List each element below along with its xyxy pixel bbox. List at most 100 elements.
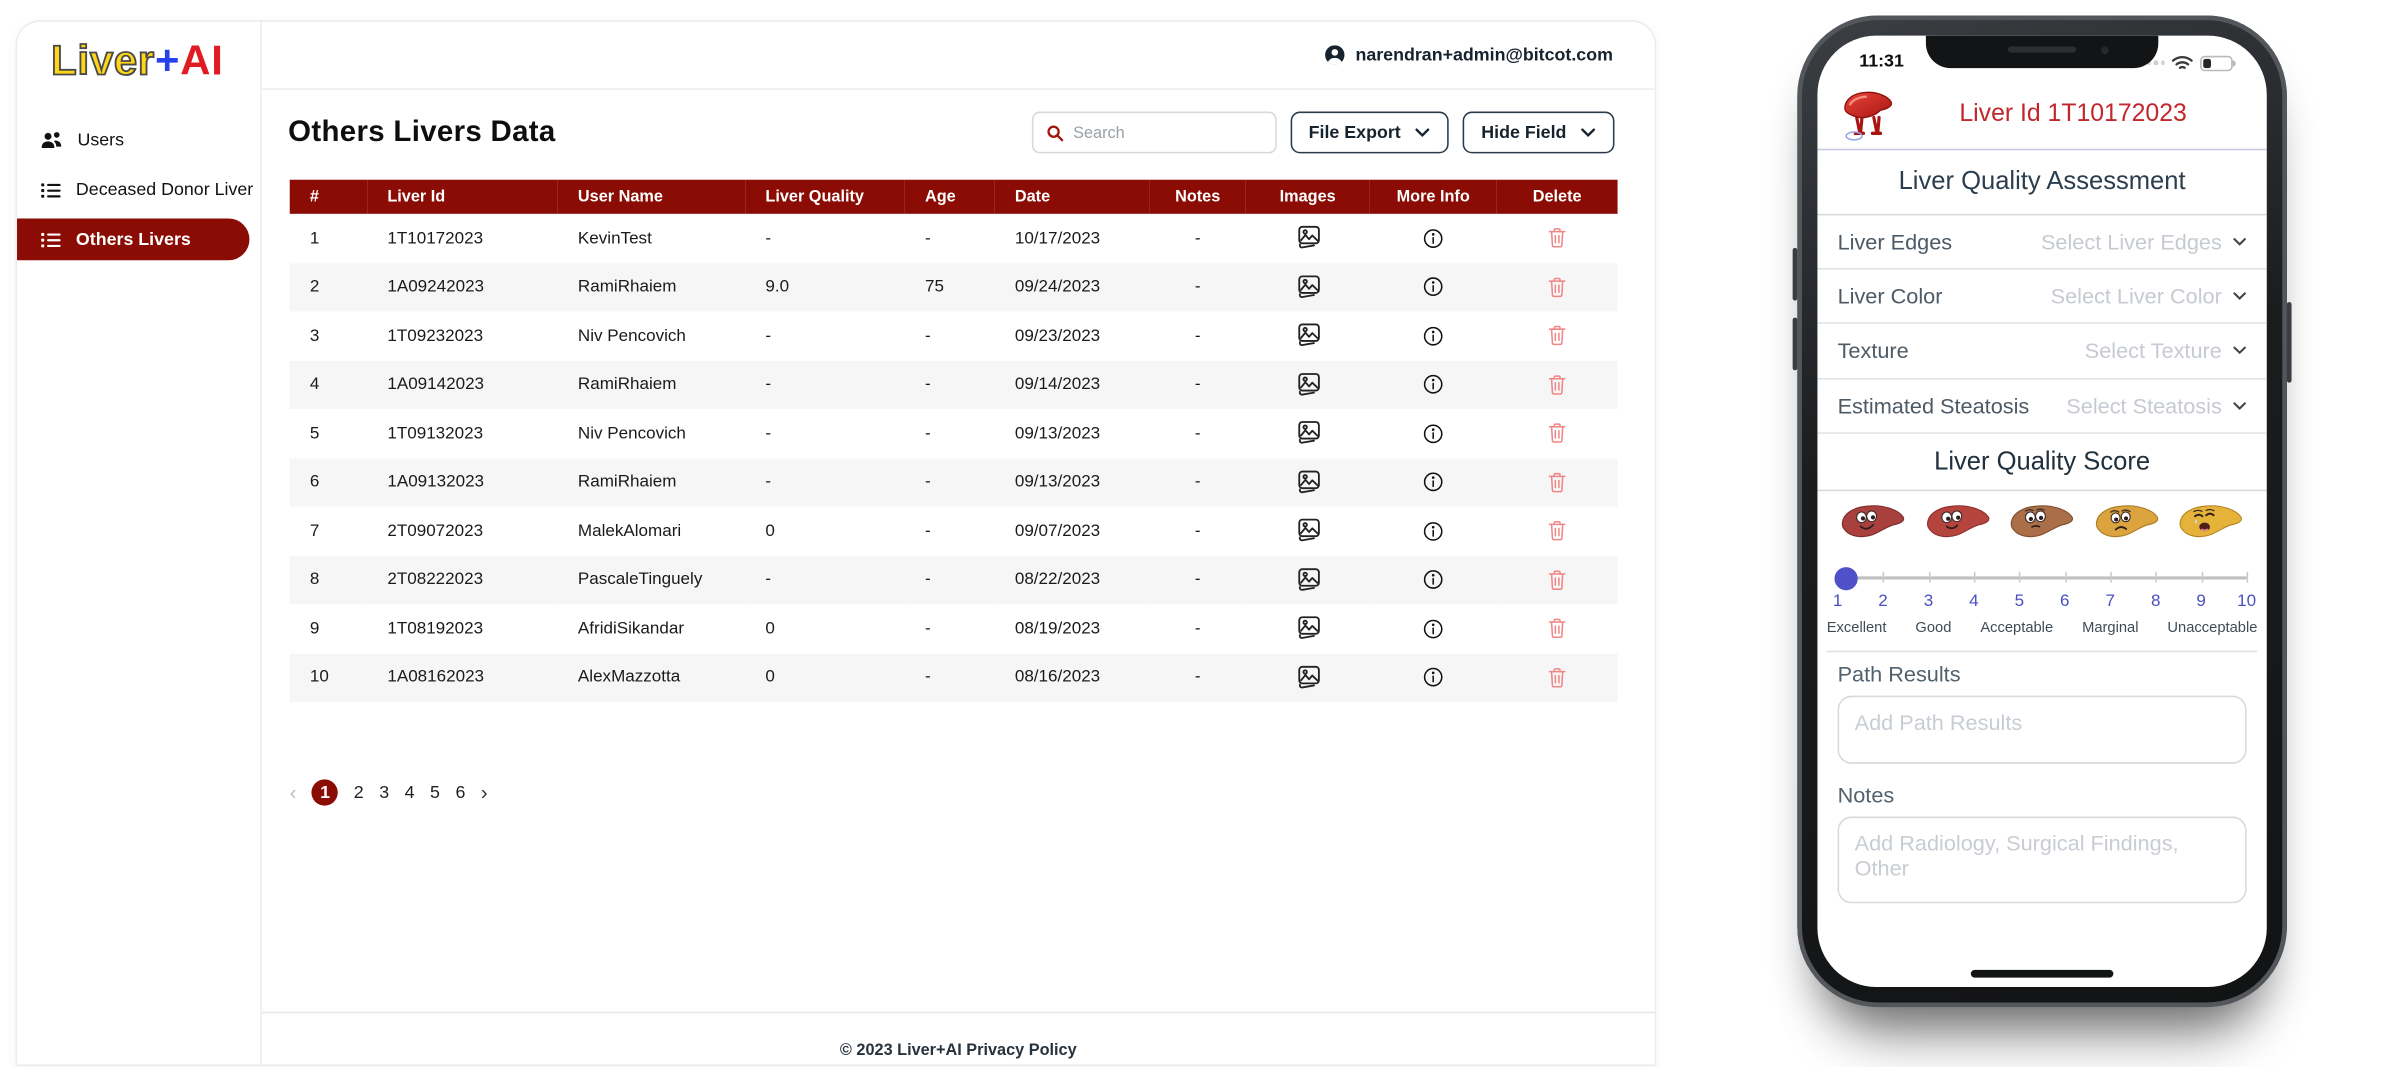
- info-icon[interactable]: [1422, 276, 1444, 298]
- trash-icon[interactable]: [1546, 519, 1568, 542]
- avatar-icon[interactable]: [1323, 43, 1346, 66]
- cell-quality: 0: [745, 604, 905, 653]
- select-field-estimated-steatosis[interactable]: Estimated SteatosisSelect Steatosis: [1817, 379, 2266, 434]
- pagination-page-2[interactable]: 2: [354, 783, 364, 802]
- phone-mockup: 11:31: [1797, 15, 2287, 1007]
- cell-more-info: [1370, 653, 1497, 702]
- user-email[interactable]: narendran+admin@bitcot.com: [1355, 46, 1612, 65]
- images-icon[interactable]: [1293, 321, 1322, 350]
- info-icon[interactable]: [1422, 520, 1444, 542]
- field-label: Texture: [1838, 338, 1909, 363]
- pagination-page-3[interactable]: 3: [379, 783, 389, 802]
- trash-icon[interactable]: [1546, 422, 1568, 445]
- images-icon[interactable]: [1293, 370, 1322, 399]
- field-placeholder: Select Liver Color: [2051, 284, 2222, 309]
- cell-num: 5: [290, 409, 367, 458]
- notes-input[interactable]: [1838, 817, 2247, 904]
- cell-images: [1246, 458, 1370, 507]
- home-indicator[interactable]: [1971, 970, 2114, 978]
- info-icon[interactable]: [1422, 423, 1444, 445]
- phone-header: Liver Id 1T10172023: [1817, 82, 2266, 150]
- cell-notes: -: [1150, 604, 1246, 653]
- slider-track[interactable]: [1838, 576, 2247, 578]
- sidebar-item-label: Deceased Donor Liver: [76, 181, 253, 200]
- chevron-down-icon: [2222, 401, 2247, 410]
- select-field-liver-edges[interactable]: Liver EdgesSelect Liver Edges: [1817, 215, 2266, 270]
- images-icon[interactable]: [1293, 663, 1322, 692]
- trash-icon[interactable]: [1546, 617, 1568, 640]
- sidebar-item-others-livers[interactable]: Others Livers: [17, 218, 249, 260]
- quality-score-slider[interactable]: [1838, 562, 2247, 593]
- slider-knob[interactable]: [1834, 566, 1857, 589]
- cell-date: 09/13/2023: [995, 458, 1150, 507]
- cell-delete: [1497, 653, 1618, 702]
- pagination-page-4[interactable]: 4: [405, 783, 415, 802]
- column-header: Images: [1246, 180, 1370, 214]
- table-body: 11T10172023KevinTest--10/17/2023-21A0924…: [290, 214, 1618, 702]
- pagination-next[interactable]: ›: [481, 781, 488, 804]
- sidebar-item-users[interactable]: Users: [17, 119, 260, 161]
- select-field-texture[interactable]: TextureSelect Texture: [1817, 324, 2266, 379]
- assessment-title: Liver Quality Assessment: [1817, 150, 2266, 215]
- trash-icon[interactable]: [1546, 275, 1568, 298]
- cell-liver_id: 1T08192023: [367, 604, 558, 653]
- file-export-button[interactable]: File Export: [1290, 112, 1449, 154]
- pagination-prev[interactable]: ‹: [290, 781, 297, 804]
- slider-number-5: 5: [2015, 592, 2024, 611]
- path-results-input[interactable]: [1838, 696, 2247, 764]
- info-icon[interactable]: [1422, 471, 1444, 493]
- images-icon[interactable]: [1293, 614, 1322, 643]
- images-icon[interactable]: [1293, 419, 1322, 448]
- cell-notes: -: [1150, 409, 1246, 458]
- cell-more-info: [1370, 311, 1497, 360]
- images-icon[interactable]: [1293, 516, 1322, 545]
- slider-labels: ExcellentGoodAcceptableMarginalUnaccepta…: [1827, 620, 2258, 653]
- trash-icon[interactable]: [1546, 666, 1568, 689]
- table-row: 72T09072023MalekAlomari0-09/07/2023-: [290, 507, 1618, 556]
- trash-icon[interactable]: [1546, 227, 1568, 250]
- search-input[interactable]: [1073, 123, 1262, 142]
- cell-user_name: Niv Pencovich: [558, 409, 745, 458]
- info-icon[interactable]: [1422, 374, 1444, 396]
- trash-icon[interactable]: [1546, 373, 1568, 396]
- happy-liver-icon: [1839, 499, 1907, 545]
- images-icon[interactable]: [1293, 223, 1322, 252]
- select-field-liver-color[interactable]: Liver ColorSelect Liver Color: [1817, 270, 2266, 325]
- pagination-page-5[interactable]: 5: [430, 783, 440, 802]
- cell-images: [1246, 263, 1370, 312]
- pagination-page-1[interactable]: 1: [312, 779, 338, 805]
- images-icon[interactable]: [1293, 272, 1322, 301]
- pagination-page-6[interactable]: 6: [455, 783, 465, 802]
- chevron-down-icon: [1580, 127, 1595, 138]
- trash-icon[interactable]: [1546, 568, 1568, 591]
- trash-icon[interactable]: [1546, 471, 1568, 494]
- info-icon[interactable]: [1422, 569, 1444, 591]
- cell-user_name: MalekAlomari: [558, 507, 745, 556]
- trash-icon[interactable]: [1546, 324, 1568, 347]
- slider-tick: [1928, 572, 1930, 583]
- cell-more-info: [1370, 507, 1497, 556]
- table-row: 82T08222023PascaleTinguely--08/22/2023-: [290, 555, 1618, 604]
- sidebar-item-deceased-donor-liver[interactable]: Deceased Donor Liver: [17, 169, 260, 211]
- phone-notch: [1926, 36, 2158, 69]
- cell-quality: 0: [745, 507, 905, 556]
- column-header: More Info: [1370, 180, 1497, 214]
- field-placeholder: Select Steatosis: [2066, 393, 2222, 418]
- cell-age: -: [905, 360, 995, 409]
- list-icon: [40, 181, 62, 200]
- cell-images: [1246, 409, 1370, 458]
- footer-text[interactable]: © 2023 Liver+AI Privacy Policy: [840, 1041, 1077, 1060]
- hide-field-button[interactable]: Hide Field: [1463, 112, 1615, 154]
- slider-tick: [2201, 572, 2203, 583]
- cell-notes: -: [1150, 214, 1246, 263]
- info-icon[interactable]: [1422, 667, 1444, 689]
- cell-user_name: Niv Pencovich: [558, 311, 745, 360]
- info-icon[interactable]: [1422, 227, 1444, 249]
- topbar: narendran+admin@bitcot.com: [262, 22, 1655, 90]
- info-icon[interactable]: [1422, 618, 1444, 640]
- column-header: User Name: [558, 180, 745, 214]
- images-icon[interactable]: [1293, 468, 1322, 497]
- images-icon[interactable]: [1293, 565, 1322, 594]
- info-icon[interactable]: [1422, 325, 1444, 347]
- cell-age: -: [905, 409, 995, 458]
